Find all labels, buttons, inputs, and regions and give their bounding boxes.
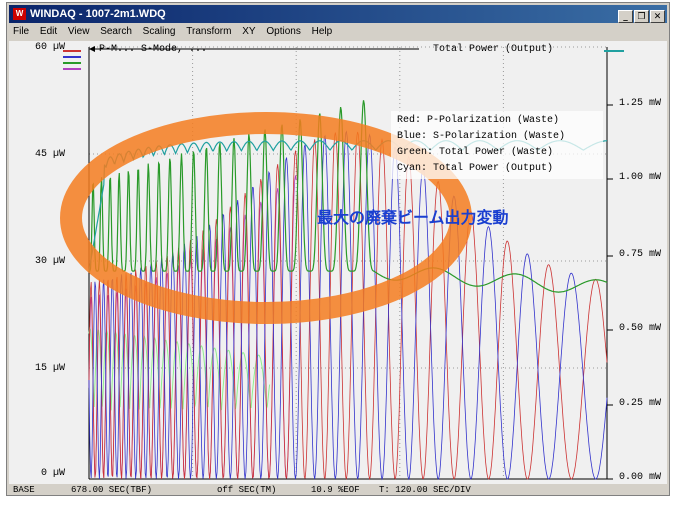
left-axis-tick-45: 45 µW (35, 149, 66, 160)
annotation-text: 最大の廃棄ビーム出力変動 (317, 208, 509, 227)
menu-view[interactable]: View (64, 24, 94, 40)
right-axis-tick-0-50: 0.50 mW (619, 323, 662, 334)
menu-scaling[interactable]: Scaling (139, 24, 180, 40)
status-bar: BASE 678.00 SEC(TBF) off SEC(TM) 10.9 %E… (9, 485, 667, 495)
legend-cyan: Cyan: Total Power (Output) (397, 163, 554, 174)
right-axis-tick-0-25: 0.25 mW (619, 398, 662, 409)
left-axis-tick-60: 60 µW (35, 42, 66, 53)
title-bar[interactable]: W WINDAQ - 1007-2m1.WDQ _ ❐ ✕ (9, 5, 667, 23)
right-axis-tick-0-00: 0.00 mW (619, 472, 662, 483)
menu-bar: File Edit View Search Scaling Transform … (9, 24, 667, 40)
legend-blue: Blue: S-Polarization (Waste) (397, 131, 566, 142)
legend-red: Red: P-Polarization (Waste) (397, 115, 560, 126)
right-axis-tick-1-00: 1.00 mW (619, 172, 662, 183)
menu-file[interactable]: File (9, 24, 33, 40)
right-axis-tick-1-25: 1.25 mW (619, 98, 662, 109)
status-eof: 10.9 %EOF (311, 485, 360, 495)
windaq-app-icon[interactable]: W (13, 8, 26, 20)
legend-green: Green: Total Power (Waste) (397, 147, 554, 158)
waveform-plot-area[interactable]: 最大の廃棄ビーム出力変動 P-M... S-Mode, ... Total Po… (9, 41, 667, 484)
status-div: T: 120.00 SEC/DIV (379, 485, 471, 495)
right-axis-tick-0-75: 0.75 mW (619, 249, 662, 260)
close-button[interactable]: ✕ (650, 10, 665, 23)
left-axis-tick-30: 30 µW (35, 256, 66, 267)
window-title: WINDAQ - 1007-2m1.WDQ (30, 8, 166, 20)
menu-search[interactable]: Search (96, 24, 136, 40)
windaq-window: W WINDAQ - 1007-2m1.WDQ _ ❐ ✕ File Edit Vie… (6, 2, 670, 496)
status-base: BASE (13, 485, 35, 495)
left-axis-tick-15: 15 µW (35, 363, 66, 374)
waveform-svg: 最大の廃棄ビーム出力変動 (60, 46, 624, 481)
plot-header-left: P-M... S-Mode, ... (99, 44, 208, 55)
menu-xy[interactable]: XY (238, 24, 259, 40)
menu-transform[interactable]: Transform (182, 24, 235, 40)
menu-options[interactable]: Options (262, 24, 304, 40)
status-off: off SEC(TM) (217, 485, 277, 495)
menu-edit[interactable]: Edit (36, 24, 61, 40)
menu-help[interactable]: Help (308, 24, 337, 40)
restore-button[interactable]: ❐ (634, 10, 649, 23)
status-time: 678.00 SEC(TBF) (71, 485, 153, 495)
minimize-button[interactable]: _ (618, 10, 633, 23)
left-axis-tick-0: 0 µW (41, 468, 66, 479)
plot-header-right: Total Power (Output) (433, 44, 554, 55)
